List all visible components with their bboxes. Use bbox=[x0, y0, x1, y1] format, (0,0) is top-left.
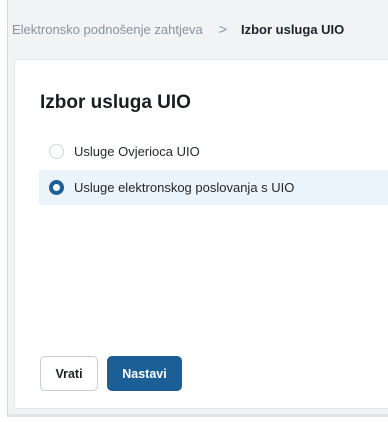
radio-option-label: Usluge Ovjerioca UIO bbox=[74, 144, 200, 159]
breadcrumb-link-parent[interactable]: Elektronsko podnošenje zahtjeva bbox=[12, 22, 203, 37]
page-title: Izbor usluga UIO bbox=[40, 92, 191, 113]
back-button[interactable]: Vrati bbox=[40, 356, 98, 391]
breadcrumb-current: Izbor usluga UIO bbox=[240, 21, 345, 37]
radio-option-ovjerioca[interactable]: Usluge Ovjerioca UIO bbox=[39, 134, 388, 169]
app-frame: Elektronsko podnošenje zahtjeva > Izbor … bbox=[7, 0, 388, 417]
breadcrumb-separator-icon: > bbox=[218, 21, 227, 37]
breadcrumb: Elektronsko podnošenje zahtjeva > Izbor … bbox=[8, 0, 388, 58]
selection-card: Izbor usluga UIO Usluge Ovjerioca UIO Us… bbox=[14, 59, 388, 409]
radio-option-label: Usluge elektronskog poslovanja s UIO bbox=[74, 180, 295, 195]
next-button[interactable]: Nastavi bbox=[107, 356, 182, 391]
radio-checked-icon[interactable] bbox=[49, 180, 64, 195]
radio-unchecked-icon[interactable] bbox=[49, 144, 64, 159]
radio-option-elektronsko-poslovanje[interactable]: Usluge elektronskog poslovanja s UIO bbox=[39, 170, 388, 205]
